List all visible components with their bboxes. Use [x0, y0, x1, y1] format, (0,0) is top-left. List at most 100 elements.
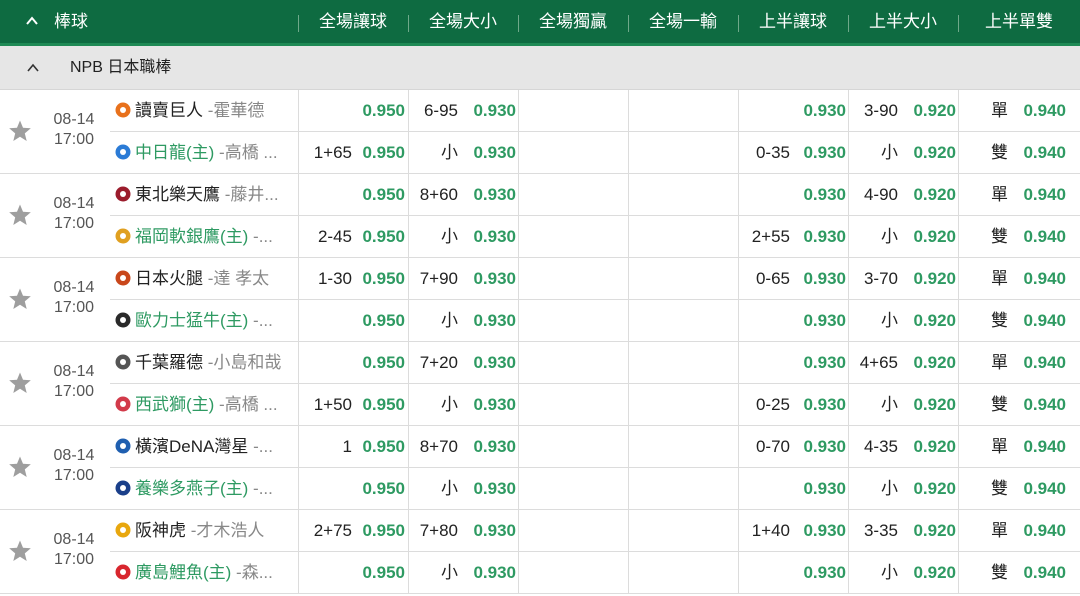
half-ou-odds[interactable]: 0.920 — [900, 90, 956, 132]
full-handicap-odds[interactable]: 0.950 — [353, 132, 405, 174]
half-handicap-odds[interactable]: 0.930 — [792, 468, 846, 510]
team-home[interactable]: 廣島鯉魚(主) -森... — [114, 552, 296, 594]
team-logo-icon — [115, 396, 131, 412]
column-divider — [408, 174, 409, 258]
team-away[interactable]: 讀賣巨人 -霍華德 — [114, 90, 296, 132]
half-odd-even-odds[interactable]: 0.940 — [1010, 300, 1066, 342]
half-handicap-odds[interactable]: 0.930 — [792, 510, 846, 552]
team-away[interactable]: 東北樂天鷹 -藤井... — [114, 174, 296, 216]
half-odd-even-odds[interactable]: 0.940 — [1010, 90, 1066, 132]
full-handicap-odds[interactable]: 0.950 — [353, 426, 405, 468]
half-odd-even-label: 單 — [991, 269, 1008, 288]
full-ou-odds[interactable]: 0.930 — [460, 216, 516, 258]
half-ou-odds[interactable]: 0.920 — [900, 174, 956, 216]
half-handicap-odds[interactable]: 0.930 — [792, 258, 846, 300]
half-handicap-odds[interactable]: 0.930 — [792, 300, 846, 342]
half-ou-odds[interactable]: 0.920 — [900, 552, 956, 594]
half-ou-odds[interactable]: 0.920 — [900, 300, 956, 342]
full-handicap-line — [298, 342, 352, 384]
match-row: 08-14 17:00 阪神虎 -才木浩人 2+75 0.950 7+80 0.930 1+4… — [0, 510, 1080, 594]
full-handicap-line — [298, 90, 352, 132]
full-ou-odds[interactable]: 0.930 — [460, 384, 516, 426]
half-ou-odds[interactable]: 0.920 — [900, 258, 956, 300]
full-handicap-line — [298, 300, 352, 342]
half-handicap-odds[interactable]: 0.930 — [792, 426, 846, 468]
full-ou-odds[interactable]: 0.930 — [460, 300, 516, 342]
half-odd-even-odds[interactable]: 0.940 — [1010, 258, 1066, 300]
full-handicap-odds[interactable]: 0.950 — [353, 552, 405, 594]
full-ou-odds[interactable]: 0.930 — [460, 468, 516, 510]
team-home[interactable]: 歐力士猛牛(主) -... — [114, 300, 296, 342]
half-odd-even-odds[interactable]: 0.940 — [1010, 174, 1066, 216]
league-bar[interactable]: NPB 日本職棒 — [0, 46, 1080, 90]
half-odd-even-odds[interactable]: 0.940 — [1010, 342, 1066, 384]
team-away[interactable]: 日本火腿 -達 孝太 — [114, 258, 296, 300]
full-ou-odds[interactable]: 0.930 — [460, 426, 516, 468]
team-home[interactable]: 養樂多燕子(主) -... — [114, 468, 296, 510]
half-ou-odds[interactable]: 0.920 — [900, 342, 956, 384]
half-ou-line: 3-35 — [863, 521, 898, 540]
team-home[interactable]: 西武獅(主) -高橋 ... — [114, 384, 296, 426]
half-handicap-odds[interactable]: 0.930 — [792, 384, 846, 426]
team-home[interactable]: 福岡軟銀鷹(主) -... — [114, 216, 296, 258]
full-ou-odds[interactable]: 0.930 — [460, 132, 516, 174]
half-ou-odds[interactable]: 0.920 — [900, 426, 956, 468]
full-handicap-odds[interactable]: 0.950 — [353, 90, 405, 132]
full-handicap-odds[interactable]: 0.950 — [353, 300, 405, 342]
full-handicap-odds[interactable]: 0.950 — [353, 342, 405, 384]
full-ou-odds[interactable]: 0.930 — [460, 90, 516, 132]
full-ou-line: 6-95 — [423, 101, 458, 120]
chevron-up-icon[interactable] — [24, 13, 40, 29]
team-away[interactable]: 橫濱DeNA灣星 -... — [114, 426, 296, 468]
half-ou-odds[interactable]: 0.920 — [900, 216, 956, 258]
team-away[interactable]: 阪神虎 -才木浩人 — [114, 510, 296, 552]
half-odd-even-odds[interactable]: 0.940 — [1010, 426, 1066, 468]
row-divider — [110, 383, 1080, 384]
half-handicap-odds[interactable]: 0.930 — [792, 132, 846, 174]
header-divider — [408, 15, 409, 32]
half-odd-even-label: 雙 — [991, 563, 1008, 582]
full-ou-odds[interactable]: 0.930 — [460, 174, 516, 216]
half-handicap-odds[interactable]: 0.930 — [792, 174, 846, 216]
full-ou-line: 7+90 — [419, 269, 458, 288]
half-handicap-line — [740, 468, 790, 510]
half-handicap-odds[interactable]: 0.930 — [792, 552, 846, 594]
chevron-up-icon[interactable] — [26, 61, 40, 75]
team-logo-icon — [115, 144, 131, 160]
half-handicap-line — [740, 342, 790, 384]
full-handicap-odds[interactable]: 0.950 — [353, 510, 405, 552]
column-divider — [958, 510, 959, 594]
full-handicap-odds[interactable]: 0.950 — [353, 384, 405, 426]
half-handicap-odds[interactable]: 0.930 — [792, 90, 846, 132]
half-odd-even-odds[interactable]: 0.940 — [1010, 216, 1066, 258]
half-odd-even-label: 雙 — [991, 311, 1008, 330]
half-odd-even-odds[interactable]: 0.940 — [1010, 384, 1066, 426]
full-ou-odds[interactable]: 0.930 — [460, 510, 516, 552]
half-handicap-line — [740, 552, 790, 594]
half-ou-odds[interactable]: 0.920 — [900, 132, 956, 174]
half-handicap-odds[interactable]: 0.930 — [792, 216, 846, 258]
half-ou-line: 小 — [881, 227, 898, 246]
pitcher-name: -小島和哉 — [203, 353, 282, 372]
full-ou-odds[interactable]: 0.930 — [460, 258, 516, 300]
full-handicap-odds[interactable]: 0.950 — [353, 258, 405, 300]
team-logo-icon — [115, 522, 131, 538]
half-odd-even-odds[interactable]: 0.940 — [1010, 468, 1066, 510]
half-odd-even-odds[interactable]: 0.940 — [1010, 552, 1066, 594]
full-handicap-odds[interactable]: 0.950 — [353, 174, 405, 216]
half-ou-odds[interactable]: 0.920 — [900, 468, 956, 510]
team-home[interactable]: 中日龍(主) -高橋 ... — [114, 132, 296, 174]
team-away[interactable]: 千葉羅德 -小島和哉 — [114, 342, 296, 384]
full-ou-odds[interactable]: 0.930 — [460, 552, 516, 594]
half-odd-even-odds[interactable]: 0.940 — [1010, 510, 1066, 552]
full-ou-odds[interactable]: 0.930 — [460, 342, 516, 384]
team-logo-icon — [115, 480, 131, 496]
half-ou-odds[interactable]: 0.920 — [900, 384, 956, 426]
full-handicap-odds[interactable]: 0.950 — [353, 216, 405, 258]
half-handicap-odds[interactable]: 0.930 — [792, 342, 846, 384]
column-divider — [738, 510, 739, 594]
full-handicap-odds[interactable]: 0.950 — [353, 468, 405, 510]
half-odd-even-odds[interactable]: 0.940 — [1010, 132, 1066, 174]
half-ou-odds[interactable]: 0.920 — [900, 510, 956, 552]
header-divider — [628, 15, 629, 32]
